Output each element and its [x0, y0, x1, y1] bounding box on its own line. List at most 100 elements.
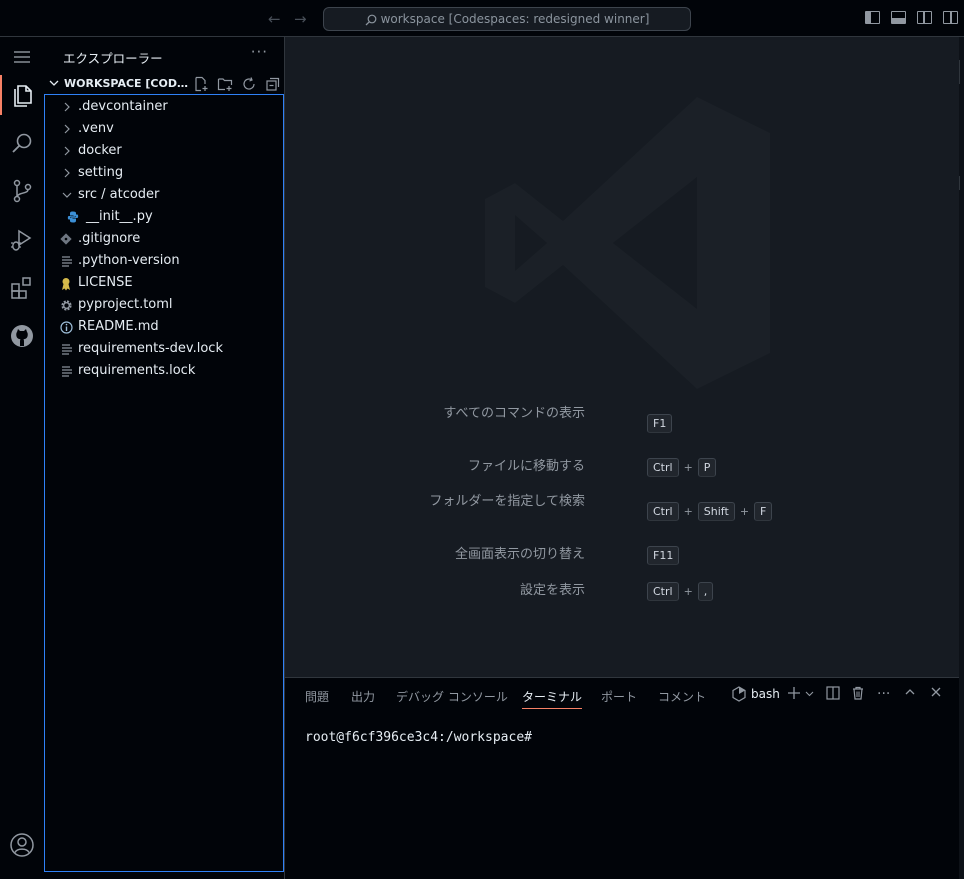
key: F1	[647, 414, 673, 433]
tab-comments[interactable]: コメント	[658, 688, 706, 705]
key: P	[697, 458, 717, 477]
key: Ctrl	[647, 502, 679, 521]
tree-item-label: docker	[78, 143, 122, 158]
tree-item-readme[interactable]: README.md	[45, 316, 283, 338]
collapse-all-icon[interactable]	[265, 76, 281, 92]
tree-item-label: requirements.lock	[78, 363, 196, 378]
tree-item-label: README.md	[78, 319, 159, 334]
vscode-logo-watermark	[485, 97, 770, 389]
activity-bar	[0, 37, 43, 879]
chevron-up-icon	[905, 689, 915, 695]
gear-icon	[61, 300, 72, 311]
chevron-down-icon	[49, 80, 59, 86]
terminal-name: bash	[751, 687, 780, 701]
toggle-primary-sidebar-icon[interactable]	[865, 11, 880, 24]
key: Shift	[697, 502, 735, 521]
info-icon	[60, 321, 73, 334]
tree-item-label: .python-version	[78, 253, 180, 268]
tree-item-label: requirements-dev.lock	[78, 341, 223, 356]
extensions-icon[interactable]	[0, 268, 43, 308]
chevron-right-icon	[64, 168, 70, 178]
search-icon[interactable]	[0, 124, 43, 164]
toggle-panel-icon[interactable]	[891, 11, 906, 24]
new-file-icon[interactable]	[193, 76, 209, 92]
arrow-right-icon[interactable]: →	[294, 10, 307, 28]
close-icon	[931, 687, 941, 697]
terminal-selector[interactable]: bash	[732, 686, 780, 702]
text-file-icon	[62, 256, 72, 267]
files-icon[interactable]	[0, 75, 43, 115]
command-center[interactable]: workspace [Codespaces: redesigned winner…	[323, 7, 691, 31]
chevron-right-icon	[64, 124, 70, 134]
tree-item-setting[interactable]: setting	[45, 162, 283, 184]
menu-icon[interactable]	[0, 37, 43, 77]
tree-item-label: LICENSE	[78, 275, 133, 290]
tree-item-label: __init__.py	[86, 209, 153, 224]
split-terminal-button[interactable]	[826, 686, 840, 700]
tree-item-label: .venv	[78, 121, 114, 136]
file-tree: .devcontainer .venv docker setting src /…	[44, 94, 284, 872]
tab-problems[interactable]: 問題	[305, 688, 329, 705]
command-center-text: workspace [Codespaces: redesigned winner…	[380, 12, 650, 26]
explorer-sidebar: エクスプローラー ··· WORKSPACE [CODESPACES: REDE…	[43, 37, 285, 879]
shortcut-label: フォルダーを指定して検索	[429, 494, 585, 509]
workspace-header[interactable]: WORKSPACE [CODESPACES: REDESIGNED WINNER…	[43, 73, 284, 95]
python-file-icon	[67, 211, 79, 223]
tree-item-gitignore[interactable]: .gitignore	[45, 228, 283, 250]
maximize-panel-button[interactable]	[904, 686, 916, 698]
tree-item-python-version[interactable]: .python-version	[45, 250, 283, 272]
tree-item-label: src / atcoder	[78, 187, 160, 202]
bottom-panel: 問題 出力 デバッグ コンソール ターミナル ポート コメント bash ···…	[285, 677, 964, 879]
tree-item-label: pyproject.toml	[78, 297, 173, 312]
tab-ports[interactable]: ポート	[601, 688, 637, 705]
account-icon[interactable]	[0, 825, 43, 865]
more-actions-icon[interactable]: ···	[251, 43, 268, 61]
key: ,	[697, 582, 714, 601]
terminal-icon	[732, 686, 746, 702]
key: F11	[647, 546, 680, 565]
arrow-left-icon[interactable]: ←	[268, 10, 281, 28]
text-file-icon	[62, 366, 72, 377]
tab-output[interactable]: 出力	[351, 688, 375, 705]
tree-item-init-py[interactable]: __init__.py	[45, 206, 283, 228]
title-bar: ← → workspace [Codespaces: redesigned wi…	[0, 0, 964, 37]
run-debug-icon[interactable]	[0, 220, 43, 260]
tree-item-label: .gitignore	[78, 231, 141, 246]
tab-terminal[interactable]: ターミナル	[522, 688, 583, 709]
source-control-icon[interactable]	[0, 171, 43, 211]
edge-marker	[959, 60, 964, 84]
plus-icon	[788, 687, 800, 699]
new-terminal-button[interactable]	[787, 686, 814, 700]
shortcut-label: 全画面表示の切り替え	[454, 547, 585, 562]
tree-item-src-atcoder[interactable]: src / atcoder	[45, 184, 283, 206]
new-folder-icon[interactable]	[217, 76, 233, 92]
key: F	[754, 502, 773, 521]
search-icon	[365, 14, 376, 25]
shortcut-label: 設定を表示	[519, 583, 585, 598]
tree-item-docker[interactable]: docker	[45, 140, 283, 162]
key: Ctrl	[647, 582, 679, 601]
tree-item-venv[interactable]: .venv	[45, 118, 283, 140]
kill-terminal-button[interactable]	[851, 686, 865, 700]
toggle-secondary-sidebar-icon[interactable]	[917, 11, 932, 24]
panel-more-button[interactable]: ···	[877, 686, 890, 702]
terminal-prompt[interactable]: root@f6cf396ce3c4:/workspace#	[305, 730, 532, 745]
chevron-right-icon	[64, 102, 70, 112]
tree-item-license[interactable]: LICENSE	[45, 272, 283, 294]
tree-item-pyproject[interactable]: pyproject.toml	[45, 294, 283, 316]
tree-item-label: setting	[78, 165, 124, 180]
refresh-icon[interactable]	[241, 76, 257, 92]
close-panel-button[interactable]	[930, 686, 942, 698]
ellipsis-icon: ···	[877, 686, 891, 702]
customize-layout-icon[interactable]	[943, 11, 958, 24]
tree-item-requirements[interactable]: requirements.lock	[45, 360, 283, 382]
shortcut-label: すべてのコマンドの表示	[443, 406, 585, 421]
tree-item-requirements-dev[interactable]: requirements-dev.lock	[45, 338, 283, 360]
trash-icon	[853, 686, 863, 700]
github-icon[interactable]	[0, 316, 43, 356]
editor-area: すべてのコマンドの表示 F1 ファイルに移動する Ctrl + P フォルダーを…	[285, 37, 964, 677]
edge-marker	[959, 176, 964, 190]
explorer-title: エクスプローラー	[63, 51, 163, 66]
tab-debug-console[interactable]: デバッグ コンソール	[396, 688, 508, 705]
tree-item-devcontainer[interactable]: .devcontainer	[45, 96, 283, 118]
